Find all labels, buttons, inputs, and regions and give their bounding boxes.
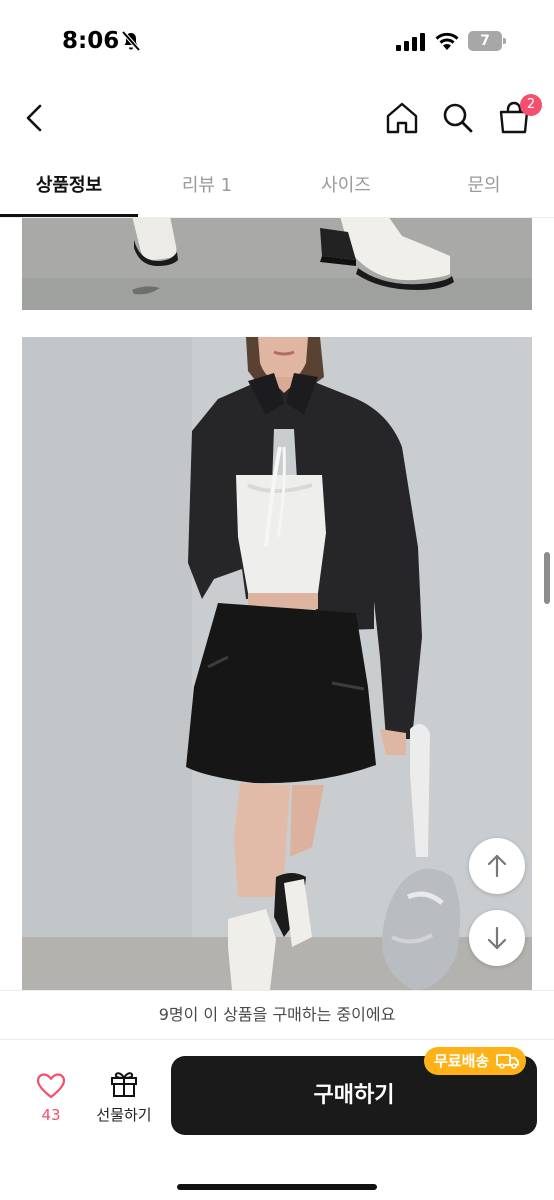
back-icon[interactable]	[18, 98, 52, 138]
scroll-down-button[interactable]	[469, 910, 525, 966]
home-indicator	[177, 1184, 377, 1190]
home-icon[interactable]	[382, 98, 422, 138]
tab-active-indicator	[0, 214, 138, 217]
gift-label: 선물하기	[96, 1106, 152, 1124]
tab-inquiry[interactable]: 문의	[415, 160, 553, 218]
cart-count-badge: 2	[520, 94, 542, 116]
arrow-down-icon	[487, 926, 507, 950]
status-time: 8:06	[62, 28, 120, 54]
tab-size[interactable]: 사이즈	[277, 160, 415, 218]
product-photo-boots	[22, 218, 532, 310]
product-image-2	[22, 337, 532, 990]
battery-level: 7	[480, 33, 490, 49]
arrow-up-icon	[487, 854, 507, 878]
signal-icon	[396, 33, 425, 51]
tab-reviews[interactable]: 리뷰 1	[138, 160, 276, 218]
search-icon[interactable]	[438, 98, 478, 138]
like-count: 43	[41, 1106, 61, 1124]
like-button[interactable]: 43	[26, 1068, 76, 1128]
scroll-indicator[interactable]	[544, 552, 550, 604]
heart-icon	[36, 1073, 66, 1099]
free-shipping-label: 무료배송	[434, 1052, 490, 1070]
scroll-up-button[interactable]	[469, 838, 525, 894]
tab-product-info[interactable]: 상품정보	[0, 160, 138, 218]
product-tabs: 상품정보 리뷰 1 사이즈 문의	[0, 160, 554, 218]
purchase-activity-notice: 9명이 이 상품을 구매하는 중이에요	[0, 990, 554, 1040]
bell-muted-icon	[121, 30, 141, 52]
battery-indicator: 7	[468, 31, 506, 51]
product-image-1	[22, 218, 532, 310]
status-bar: 8:06 7	[0, 0, 554, 80]
header	[0, 90, 554, 150]
wifi-icon	[435, 32, 459, 50]
truck-icon	[496, 1054, 519, 1069]
gift-button[interactable]: 선물하기	[88, 1066, 160, 1128]
gift-icon	[111, 1072, 137, 1097]
product-photo-outfit	[22, 337, 532, 990]
